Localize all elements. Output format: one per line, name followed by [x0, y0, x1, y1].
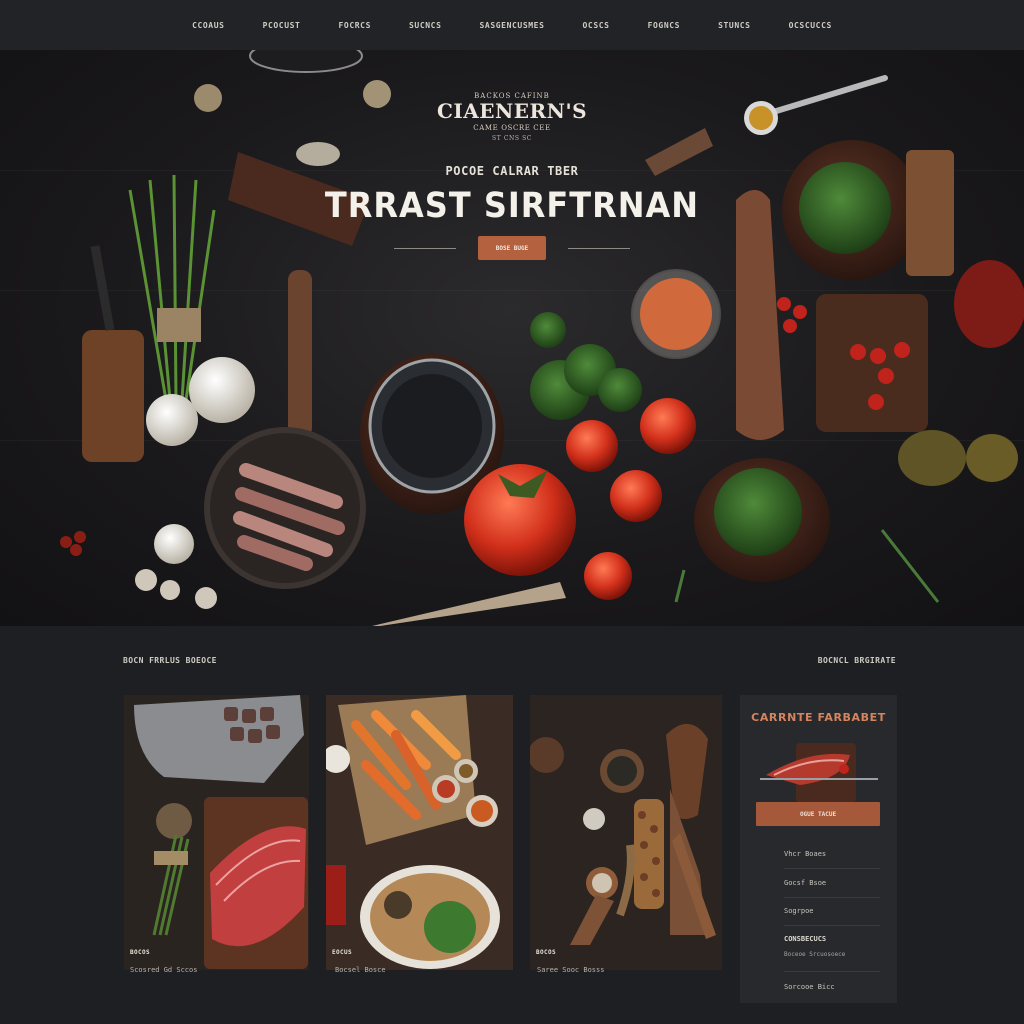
panel-link-1[interactable]: Vhcr Boaes [784, 850, 826, 858]
card-3-caption[interactable]: Saree Sooc Bosss [537, 966, 604, 974]
brand-subtitle: CAME OSCRE CEE [473, 124, 551, 132]
nav-item-4[interactable]: SUCNCS [390, 21, 461, 30]
nav-item-8[interactable]: STUNCS [699, 21, 770, 30]
section-heading-right[interactable]: BOCNCL BRGIRATE [818, 656, 896, 665]
panel-link-5[interactable]: Boceoe Srcuosoece [784, 951, 845, 958]
hero-cta-button[interactable]: BOSE BUGE [478, 236, 546, 260]
recipe-card-3[interactable]: BOCOS [530, 695, 722, 970]
nav-item-5[interactable]: SASGENCUSMES [460, 21, 563, 30]
nav-item-3[interactable]: FOCRCS [319, 21, 390, 30]
panel-link-2[interactable]: Gocsf Bsoe [784, 879, 826, 887]
brand-logo[interactable]: CIAENERN'S [312, 100, 712, 122]
card-1-image [124, 695, 309, 970]
hero-cta-row: BOSE BUGE [312, 236, 712, 260]
hero-title: TRRAST SIRFTRNAN [324, 184, 700, 226]
card-2-label: EOCUS [332, 949, 353, 956]
card-1-caption[interactable]: Scosred Gd Sccos [130, 966, 197, 974]
nav-item-6[interactable]: OCSCS [563, 21, 628, 30]
hero-tagline: POCOE CALRAR TBER [445, 164, 579, 178]
panel-link-3[interactable]: Sogrpoe [784, 907, 814, 915]
panel-divider [784, 868, 880, 869]
hero-banner: BACKOS CAFINB CIAENERN'S CAME OSCRE CEE … [0, 50, 1024, 626]
card-2-caption[interactable]: Bocsel Bosce [335, 966, 386, 974]
panel-divider [784, 971, 880, 972]
top-nav: CCOAUS PCOCUST FOCRCS SUCNCS SASGENCUSME… [0, 0, 1024, 50]
card-1-label: BOCOS [130, 949, 151, 956]
nav-item-1[interactable]: CCOAUS [173, 21, 244, 30]
recipe-card-2[interactable]: EOCUS [326, 695, 513, 970]
featured-panel: CARRNTE FARBABET OGUE TACUE Vhcr Boaes G… [740, 695, 897, 1003]
panel-link-4[interactable]: CONSBECUCS [784, 935, 826, 943]
nav-item-2[interactable]: PCOCUST [244, 21, 320, 30]
card-3-label: BOCOS [536, 949, 557, 956]
divider-left [394, 247, 456, 249]
recipe-card-1[interactable]: BOCOS [124, 695, 309, 970]
section-heading-left: BOCN FRRLUS BOEOCE [123, 656, 217, 665]
panel-title: CARRNTE FARBABET [751, 711, 886, 724]
panel-cta-button[interactable]: OGUE TACUE [756, 802, 880, 826]
card-3-image [530, 695, 722, 970]
divider-right [568, 247, 630, 249]
panel-link-6[interactable]: Sorcooe Bicc [784, 983, 835, 991]
nav-item-7[interactable]: FOGNCS [629, 21, 700, 30]
card-2-image [326, 695, 513, 970]
panel-divider [784, 925, 880, 926]
brand-subtitle-small: ST CNS SC [492, 135, 532, 142]
panel-divider [784, 897, 880, 898]
nav-item-9[interactable]: OCSCUCCS [770, 21, 851, 30]
hero-content: BACKOS CAFINB CIAENERN'S CAME OSCRE CEE … [312, 90, 712, 260]
